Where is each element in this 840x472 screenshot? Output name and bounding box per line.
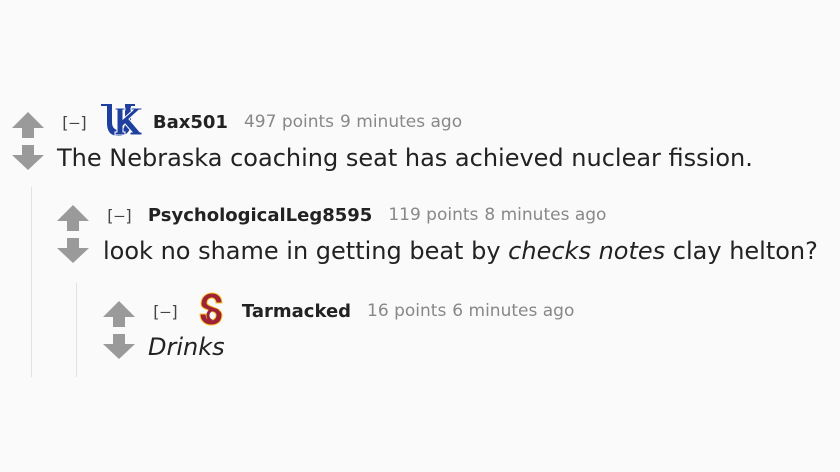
downvote-arrow-icon[interactable]: [102, 334, 136, 360]
author-name[interactable]: PsychologicalLeg8595: [148, 205, 372, 226]
downvote-arrow-icon[interactable]: [11, 145, 45, 171]
downvote-arrow-icon[interactable]: [56, 238, 90, 264]
thread-line-level1[interactable]: [31, 187, 32, 377]
comment-timestamp[interactable]: 9 minutes ago: [340, 112, 462, 132]
comment-body-text-start: look no shame in getting beat by: [103, 237, 509, 265]
comment-body-italic: checks notes: [508, 237, 666, 265]
comment-tagline: [–] PsychologicalLeg8595 119 points 8 mi…: [105, 200, 606, 230]
upvote-arrow-icon[interactable]: [102, 300, 136, 328]
comment-body: Drinks: [148, 333, 225, 361]
comment-body-text: The Nebraska coaching seat has achieved …: [57, 144, 753, 172]
collapse-toggle[interactable]: [–]: [105, 206, 134, 225]
comment-score: 16 points: [367, 301, 447, 321]
upvote-arrow-icon[interactable]: [11, 111, 45, 139]
collapse-toggle[interactable]: [–]: [151, 302, 180, 321]
comment-score: 119 points: [388, 205, 479, 225]
comment-timestamp[interactable]: 8 minutes ago: [484, 205, 606, 225]
kentucky-flair-icon: [99, 102, 143, 142]
comment-tagline: [–] Bax501 497 points 9 minutes ago: [60, 102, 462, 142]
comment-body: look no shame in getting beat by checks …: [103, 237, 818, 265]
usc-flair-icon: [198, 291, 224, 331]
comment-score: 497 points: [243, 112, 335, 132]
comment-body-italic: Drinks: [148, 333, 225, 361]
comment-thread: [–] Bax501 497 points 9 minutes ago The …: [0, 0, 840, 472]
comment-tagline: [–] Tarmacked 16 points 6 minutes ago: [151, 292, 574, 330]
comment-timestamp[interactable]: 6 minutes ago: [452, 301, 574, 321]
comment-body-text-end: clay helton?: [665, 237, 818, 265]
author-name[interactable]: Tarmacked: [242, 301, 351, 322]
author-name[interactable]: Bax501: [153, 112, 228, 133]
comment-body: The Nebraska coaching seat has achieved …: [57, 144, 753, 172]
collapse-toggle[interactable]: [–]: [60, 113, 89, 132]
upvote-arrow-icon[interactable]: [56, 204, 90, 232]
thread-line-level2[interactable]: [76, 283, 77, 377]
